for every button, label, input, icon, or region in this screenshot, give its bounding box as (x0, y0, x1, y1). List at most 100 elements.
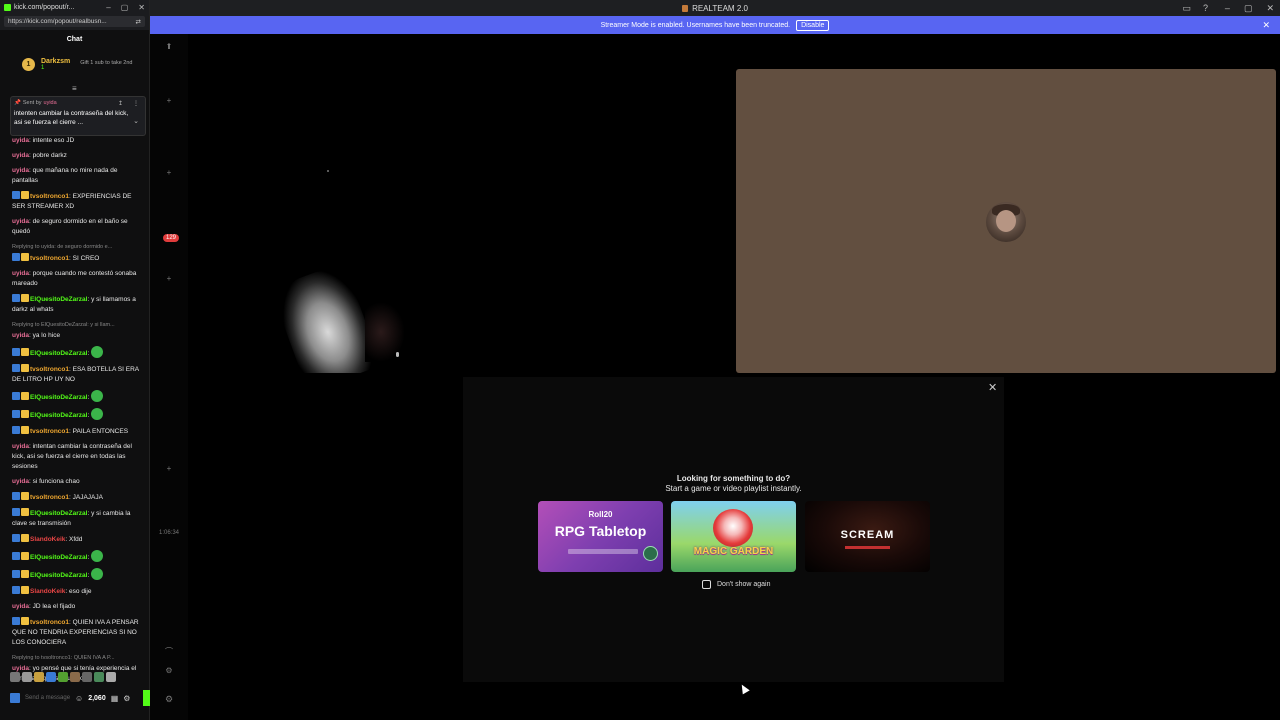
activity-card-scream[interactable]: SCREAM (805, 501, 930, 572)
chat-username[interactable]: ElQuesitoDeZarzal (30, 296, 87, 303)
emote-icon[interactable] (46, 672, 56, 682)
chat-username[interactable]: uyida (12, 137, 29, 144)
reply-reference[interactable]: Replying to uyida: de seguro dormido e..… (12, 242, 144, 252)
person-add-icon[interactable]: ⬆ (150, 42, 188, 51)
chat-username[interactable]: ElQuesitoDeZarzal (30, 350, 87, 357)
reply-reference[interactable]: Replying to ElQuesitoDeZarzal: y si llam… (12, 320, 144, 330)
emote-icon[interactable] (82, 672, 92, 682)
chat-username[interactable]: uyida (12, 167, 29, 174)
emote-icon[interactable] (58, 672, 68, 682)
chat-username[interactable]: ElQuesitoDeZarzal (30, 572, 87, 579)
chat-message[interactable]: ElQuesitoDeZarzal: (12, 390, 144, 403)
emote-icon[interactable] (70, 672, 80, 682)
chat-username[interactable]: uyida (12, 270, 29, 277)
chat-message[interactable]: ElQuesitoDeZarzal: (12, 550, 144, 563)
chat-message[interactable]: ElQuesitoDeZarzal: y si llamamos a darkz… (12, 294, 144, 315)
chat-message[interactable]: uyida: intente eso JD (12, 136, 144, 146)
chat-username[interactable]: uyida (12, 332, 29, 339)
maximize-icon[interactable]: ▢ (1244, 3, 1253, 14)
chat-username[interactable]: uyida (12, 152, 29, 159)
chat-message[interactable]: uyida: porque cuando me contestó sonaba … (12, 269, 144, 289)
chat-message[interactable]: Replying to ElQuesitoDeZarzal: y si llam… (12, 320, 144, 341)
plus-icon[interactable]: + (150, 464, 188, 473)
emote-icon[interactable] (22, 672, 32, 682)
emoji-icon[interactable]: ☺ (75, 694, 83, 703)
close-icon[interactable]: ✕ (138, 3, 145, 12)
filter-icon[interactable]: ≡ (72, 84, 77, 93)
disconnect-icon[interactable]: ⌒ (150, 646, 188, 657)
unpin-icon[interactable]: ↥ (118, 100, 123, 107)
gift-leaderboard[interactable]: 1 Darkzsm 1 Gift 1 sub to take 2nd (22, 58, 132, 71)
plus-icon[interactable]: + (150, 168, 188, 177)
chat-message[interactable]: tvsoltronco1: PAILA ENTONCES (12, 426, 144, 437)
chat-settings-icon[interactable]: ⚙ (123, 694, 130, 703)
channel-points[interactable]: 2,060 (88, 695, 106, 702)
plus-icon[interactable]: + (150, 96, 188, 105)
chat-message[interactable]: ElQuesitoDeZarzal: y si cambia la clave … (12, 508, 144, 529)
more-icon[interactable]: ⋮ (133, 100, 139, 107)
chat-username[interactable]: tvsoltronco1 (30, 193, 69, 200)
reply-reference[interactable]: Replying to tvsoltronco1: QUIEN IVA A P.… (12, 653, 144, 663)
panel-close-icon[interactable]: ✕ (988, 381, 997, 394)
chat-message[interactable]: uyida: de seguro dormido en el baño se q… (12, 217, 144, 237)
chat-message[interactable]: SlandoKeik: Xfdd (12, 534, 144, 545)
emote-icon[interactable] (106, 672, 116, 682)
dont-show-again-checkbox[interactable]: Don't show again (702, 580, 770, 589)
chat-message[interactable]: ElQuesitoDeZarzal: (12, 568, 144, 581)
chat-username[interactable]: uyida (12, 478, 29, 485)
disable-streamer-mode-button[interactable]: Disable (796, 19, 830, 31)
help-icon[interactable]: ? (1203, 3, 1208, 13)
chat-message[interactable]: tvsoltronco1: QUIEN IVA A PENSAR QUE NO … (12, 617, 144, 648)
chat-username[interactable]: tvsoltronco1 (30, 255, 69, 262)
chat-message[interactable]: ElQuesitoDeZarzal: (12, 408, 144, 421)
gift-icon[interactable]: ▦ (111, 694, 119, 703)
chat-username[interactable]: ElQuesitoDeZarzal (30, 510, 87, 517)
chat-message[interactable]: Replying to uyida: de seguro dormido e..… (12, 242, 144, 264)
chat-username[interactable]: tvsoltronco1 (30, 619, 69, 626)
chat-input[interactable]: Send a message (25, 695, 70, 701)
chat-message[interactable]: tvsoltronco1: EXPERIENCIAS DE SER STREAM… (12, 191, 144, 212)
chat-username[interactable]: uyida (12, 443, 29, 450)
chat-message[interactable]: SlandoKeik: eso dije (12, 586, 144, 597)
banner-close-icon[interactable]: ✕ (1262, 20, 1270, 31)
plus-icon[interactable]: + (150, 274, 188, 283)
inbox-icon[interactable]: ▭ (1182, 3, 1191, 14)
user-video-tile[interactable] (736, 69, 1276, 373)
chat-username[interactable]: uyida (12, 218, 29, 225)
minimize-icon[interactable]: – (1225, 3, 1230, 13)
chat-message[interactable]: uyida: pobre darkz (12, 151, 144, 161)
chat-username[interactable]: uyida (12, 603, 29, 610)
chat-message[interactable]: ElQuesitoDeZarzal: (12, 346, 144, 359)
chat-username[interactable]: ElQuesitoDeZarzal (30, 554, 87, 561)
chevron-down-icon[interactable]: ⌄ (133, 117, 139, 125)
chat-message[interactable]: tvsoltronco1: ESA BOTELLA SI ERA DE LITR… (12, 364, 144, 385)
webcam-tile[interactable] (275, 262, 410, 373)
emote-icon[interactable] (34, 672, 44, 682)
chat-message[interactable]: uyida: si funciona chao (12, 477, 144, 487)
chat-username[interactable]: ElQuesitoDeZarzal (30, 412, 87, 419)
close-icon[interactable]: ✕ (1266, 3, 1274, 14)
chat-message[interactable]: uyida: JD lea el fijado (12, 602, 144, 612)
chat-username[interactable]: SlandoKeik (30, 536, 65, 543)
send-button[interactable] (143, 690, 150, 706)
chat-username[interactable]: tvsoltronco1 (30, 366, 69, 373)
chat-username[interactable]: SlandoKeik (30, 588, 65, 595)
emote-icon[interactable] (94, 672, 104, 682)
activity-card-magic-garden[interactable]: MAGIC GARDEN (671, 501, 796, 572)
chat-username[interactable]: uyida (12, 665, 29, 672)
settings-small-icon[interactable]: ⚙ (150, 666, 188, 675)
emote-icon[interactable] (10, 672, 20, 682)
chat-username[interactable]: tvsoltronco1 (30, 428, 69, 435)
chat-message[interactable]: uyida: que mañana no mire nada de pantal… (12, 166, 144, 186)
chat-message[interactable]: tvsoltronco1: JAJAJAJA (12, 492, 144, 503)
chat-message[interactable]: uyida: intentan cambiar la contraseña de… (12, 442, 144, 472)
maximize-icon[interactable]: ▢ (121, 3, 129, 12)
translate-icon[interactable]: ⇄ (136, 18, 141, 26)
minimize-icon[interactable]: – (106, 3, 110, 12)
checkbox-box[interactable] (702, 580, 711, 589)
activity-card-rpg-tabletop[interactable]: Roll20 RPG Tabletop (538, 501, 663, 572)
profile-icon[interactable] (10, 693, 20, 703)
pinned-message[interactable]: 📌 Sent by uyida ↥ ⋮ intenten cambiar la … (10, 96, 146, 136)
url-field[interactable]: https://kick.com/popout/realbusn... ⇄ (4, 16, 145, 27)
chat-username[interactable]: tvsoltronco1 (30, 494, 69, 501)
